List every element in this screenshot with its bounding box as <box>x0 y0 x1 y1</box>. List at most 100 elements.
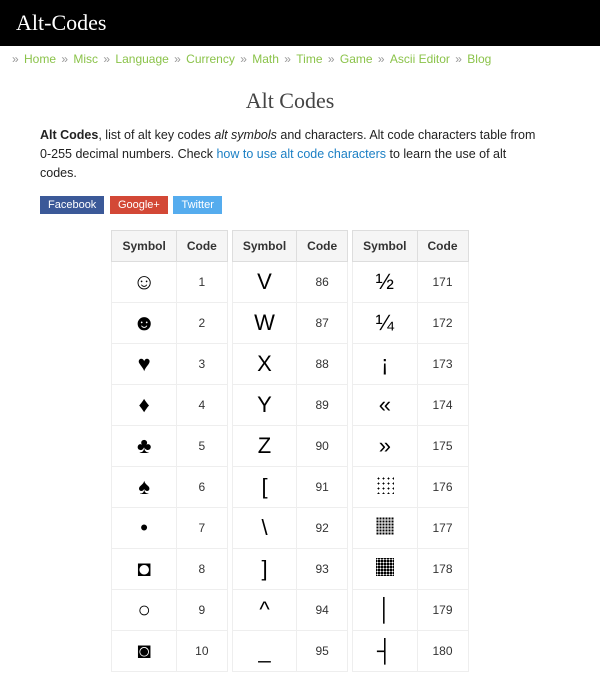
code-cell: 176 <box>417 467 468 508</box>
symbol-cell <box>353 549 417 590</box>
symbol-cell: ◘ <box>112 549 176 590</box>
symbol-cell: « <box>353 385 417 426</box>
symbol-cell: ◙ <box>112 631 176 672</box>
table-row: ¼172 <box>353 303 468 344</box>
col-header-code: Code <box>417 231 468 262</box>
nav-separator: » <box>12 52 22 66</box>
shade-dark-icon <box>376 558 394 576</box>
symbol-cell: ♣ <box>112 426 176 467</box>
symbol-cell: ♦ <box>112 385 176 426</box>
symbol-cell: Y <box>232 385 296 426</box>
nav-separator: » <box>284 52 294 66</box>
code-cell: 4 <box>176 385 227 426</box>
symbol-cell: V <box>232 262 296 303</box>
code-cell: 86 <box>297 262 348 303</box>
code-cell: 2 <box>176 303 227 344</box>
table-row: Y89 <box>232 385 347 426</box>
col-header-code: Code <box>297 231 348 262</box>
symbol-cell: [ <box>232 467 296 508</box>
nav-separator: » <box>328 52 338 66</box>
table-row: «174 <box>353 385 468 426</box>
nav-link-home[interactable]: Home <box>24 52 56 66</box>
symbol-cell: ¡ <box>353 344 417 385</box>
symbol-cell: W <box>232 303 296 344</box>
code-cell: 88 <box>297 344 348 385</box>
symbol-cell: ┤ <box>353 631 417 672</box>
code-cell: 174 <box>417 385 468 426</box>
symbol-cell: X <box>232 344 296 385</box>
table-row: ◘8 <box>112 549 227 590</box>
symbol-cell: ♥ <box>112 344 176 385</box>
symbol-cell: \ <box>232 508 296 549</box>
alt-code-tables: SymbolCode☺1☻2♥3♦4♣5♠6•7◘8○9◙10SymbolCod… <box>40 230 540 672</box>
alt-code-table: SymbolCodeV86W87X88Y89Z90[91\92]93^94_95 <box>232 230 348 672</box>
table-row: ¡173 <box>353 344 468 385</box>
table-row: ┤180 <box>353 631 468 672</box>
code-cell: 90 <box>297 426 348 467</box>
nav-link-language[interactable]: Language <box>115 52 168 66</box>
nav-link-game[interactable]: Game <box>340 52 373 66</box>
code-cell: 94 <box>297 590 348 631</box>
nav-separator: » <box>61 52 71 66</box>
code-cell: 179 <box>417 590 468 631</box>
page-title: Alt Codes <box>40 88 540 114</box>
symbol-cell: _ <box>232 631 296 672</box>
table-row: X88 <box>232 344 347 385</box>
code-cell: 6 <box>176 467 227 508</box>
nav-separator: » <box>378 52 388 66</box>
symbol-cell <box>353 467 417 508</box>
symbol-cell: ○ <box>112 590 176 631</box>
code-cell: 9 <box>176 590 227 631</box>
code-cell: 180 <box>417 631 468 672</box>
table-row: W87 <box>232 303 347 344</box>
symbol-cell: ^ <box>232 590 296 631</box>
nav-link-ascii-editor[interactable]: Ascii Editor <box>390 52 450 66</box>
nav-link-misc[interactable]: Misc <box>73 52 98 66</box>
symbol-cell: » <box>353 426 417 467</box>
table-row: [91 <box>232 467 347 508</box>
symbol-cell: ] <box>232 549 296 590</box>
alt-code-table: SymbolCode☺1☻2♥3♦4♣5♠6•7◘8○9◙10 <box>111 230 227 672</box>
symbol-cell: ½ <box>353 262 417 303</box>
nav-separator: » <box>174 52 184 66</box>
symbol-cell: ☻ <box>112 303 176 344</box>
intro-link[interactable]: how to use alt code characters <box>216 147 386 161</box>
table-row: »175 <box>353 426 468 467</box>
col-header-symbol: Symbol <box>112 231 176 262</box>
table-row: ○9 <box>112 590 227 631</box>
nav-link-blog[interactable]: Blog <box>467 52 491 66</box>
alt-code-table: SymbolCode½171¼172¡173«174»175176177178│… <box>352 230 468 672</box>
code-cell: 92 <box>297 508 348 549</box>
symbol-cell: ☺ <box>112 262 176 303</box>
facebook-button[interactable]: Facebook <box>40 196 104 214</box>
shade-light-icon <box>376 476 394 494</box>
table-row: ½171 <box>353 262 468 303</box>
nav-link-time[interactable]: Time <box>296 52 322 66</box>
col-header-code: Code <box>176 231 227 262</box>
nav-link-math[interactable]: Math <box>252 52 279 66</box>
table-row: V86 <box>232 262 347 303</box>
code-cell: 173 <box>417 344 468 385</box>
table-row: 178 <box>353 549 468 590</box>
col-header-symbol: Symbol <box>232 231 296 262</box>
nav-separator: » <box>455 52 465 66</box>
table-row: ♣5 <box>112 426 227 467</box>
googleplus-button[interactable]: Google+ <box>110 196 168 214</box>
code-cell: 175 <box>417 426 468 467</box>
table-row: ^94 <box>232 590 347 631</box>
nav-link-currency[interactable]: Currency <box>186 52 235 66</box>
table-row: ]93 <box>232 549 347 590</box>
col-header-symbol: Symbol <box>353 231 417 262</box>
intro-em: alt symbols <box>214 128 277 142</box>
code-cell: 172 <box>417 303 468 344</box>
table-row: ♥3 <box>112 344 227 385</box>
table-row: ♠6 <box>112 467 227 508</box>
site-header: Alt-Codes <box>0 0 600 46</box>
symbol-cell: │ <box>353 590 417 631</box>
intro-text-1: , list of alt key codes <box>98 128 214 142</box>
table-row: 176 <box>353 467 468 508</box>
twitter-button[interactable]: Twitter <box>173 196 221 214</box>
social-buttons: Facebook Google+ Twitter <box>40 196 540 214</box>
code-cell: 95 <box>297 631 348 672</box>
code-cell: 89 <box>297 385 348 426</box>
